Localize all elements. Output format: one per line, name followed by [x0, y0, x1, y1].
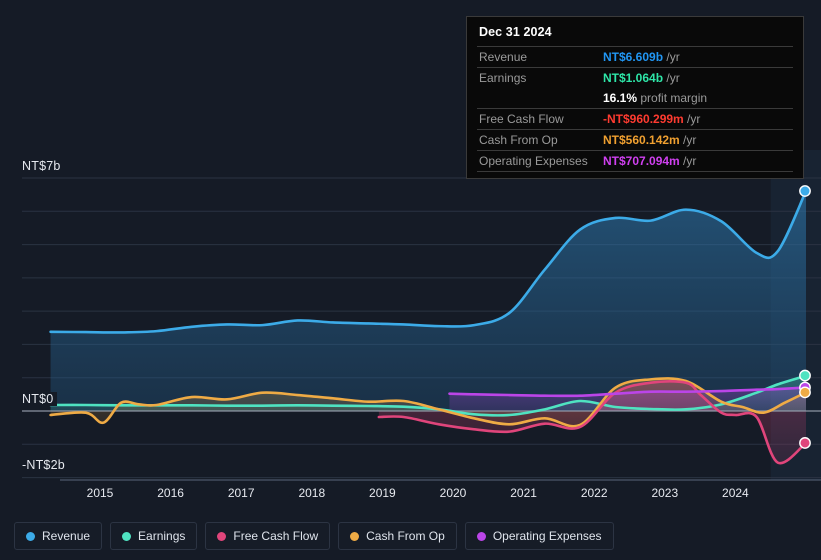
- tooltip-row: Earnings NT$1.064b /yr: [477, 67, 793, 88]
- x-tick-label-2024: 2024: [722, 486, 749, 500]
- legend-item-label: Revenue: [42, 529, 91, 543]
- area-revenue: [50, 190, 806, 411]
- x-tick-label-2018: 2018: [298, 486, 326, 500]
- tooltip-row: Operating Expenses NT$707.094m /yr: [477, 150, 793, 172]
- legend-item-earnings[interactable]: Earnings: [110, 522, 198, 550]
- tooltip-row-label: Revenue: [477, 46, 601, 68]
- tooltip-row-label: Earnings: [477, 67, 601, 88]
- legend-item-operating-expenses[interactable]: Operating Expenses: [464, 522, 614, 550]
- legend-item-cash-from-op[interactable]: Cash From Op: [338, 522, 457, 550]
- x-tick-label-2021: 2021: [510, 486, 537, 500]
- tooltip-value: NT$6.609b: [603, 50, 664, 64]
- end-marker-revenue: [799, 185, 811, 197]
- tooltip-row-value: NT$707.094m /yr: [601, 150, 793, 172]
- x-tick-label-2019: 2019: [369, 486, 396, 500]
- tooltip-unit: /yr: [663, 50, 680, 64]
- tooltip-unit: /yr: [663, 71, 680, 85]
- tooltip-row-value: NT$6.609b /yr: [601, 46, 793, 68]
- end-marker-earnings: [799, 369, 811, 382]
- tooltip-row-value: NT$560.142m /yr: [601, 129, 793, 151]
- tooltip-row-label: Operating Expenses: [477, 150, 601, 172]
- x-tick-label-2020: 2020: [439, 486, 467, 500]
- tooltip-row: Free Cash Flow -NT$960.299m /yr: [477, 108, 793, 130]
- tooltip-row-value: -NT$960.299m /yr: [601, 108, 793, 130]
- x-tick-label-2015: 2015: [86, 486, 114, 500]
- tooltip-unit: /yr: [679, 154, 697, 168]
- tooltip-value: NT$560.142m: [603, 133, 680, 147]
- tooltip-value: 16.1%: [603, 91, 638, 105]
- legend-item-label: Earnings: [138, 529, 186, 543]
- legend-color-dot-icon: [122, 531, 132, 541]
- chart-screenshot: NT$7b NT$0 -NT$2b 2015 2016 2017 2018 2019 20…: [0, 0, 821, 560]
- x-tick-label-2022: 2022: [580, 486, 608, 500]
- end-marker-cash-from-op: [799, 386, 811, 399]
- tooltip-unit: profit margin: [637, 91, 708, 105]
- legend-color-dot-icon: [476, 531, 486, 541]
- tooltip-row-label: Free Cash Flow: [477, 108, 601, 130]
- tooltip-row-value: NT$1.064b /yr: [601, 67, 793, 88]
- y-tick-label-bottom: -NT$2b: [22, 458, 69, 472]
- tooltip-value: -NT$960.299m: [603, 112, 684, 126]
- legend-item-free-cash-flow[interactable]: Free Cash Flow: [205, 522, 331, 550]
- legend-color-dot-icon: [350, 531, 360, 541]
- x-tick-label-2023: 2023: [651, 486, 679, 500]
- chart-tooltip: Dec 31 2024 Revenue NT$6.609b /yr Earnings…: [466, 16, 804, 179]
- legend-item-label: Operating Expenses: [492, 529, 602, 543]
- chart-legend[interactable]: Revenue Earnings Free Cash Flow Cash From O…: [0, 512, 821, 560]
- tooltip-row-label: [477, 88, 601, 109]
- tooltip-date: Dec 31 2024: [479, 25, 552, 39]
- y-tick-label-zero: NT$0: [22, 392, 58, 406]
- tooltip-row: Cash From Op NT$560.142m /yr: [477, 129, 793, 151]
- end-marker-free-cash-flow: [799, 437, 811, 449]
- legend-color-dot-icon: [217, 531, 227, 541]
- y-tick-label-top: NT$7b: [22, 159, 65, 173]
- tooltip-row-value: 16.1% profit margin: [601, 88, 793, 109]
- tooltip-value: NT$707.094m: [603, 154, 680, 168]
- tooltip-row-label: Cash From Op: [477, 129, 601, 151]
- legend-item-label: Free Cash Flow: [233, 529, 319, 543]
- tooltip-row: Revenue NT$6.609b /yr: [477, 46, 793, 68]
- legend-item-label: Cash From Op: [366, 529, 445, 543]
- tooltip-row: 16.1% profit margin: [477, 88, 793, 109]
- x-tick-label-2017: 2017: [227, 486, 255, 500]
- legend-item-revenue[interactable]: Revenue: [14, 522, 103, 550]
- x-tick-label-2016: 2016: [157, 486, 184, 500]
- tooltip-table: Revenue NT$6.609b /yr Earnings NT$1.064b /y…: [477, 46, 793, 172]
- tooltip-value: NT$1.064b: [603, 71, 664, 85]
- tooltip-unit: /yr: [683, 112, 701, 126]
- legend-color-dot-icon: [26, 531, 35, 541]
- tooltip-unit: /yr: [679, 133, 697, 147]
